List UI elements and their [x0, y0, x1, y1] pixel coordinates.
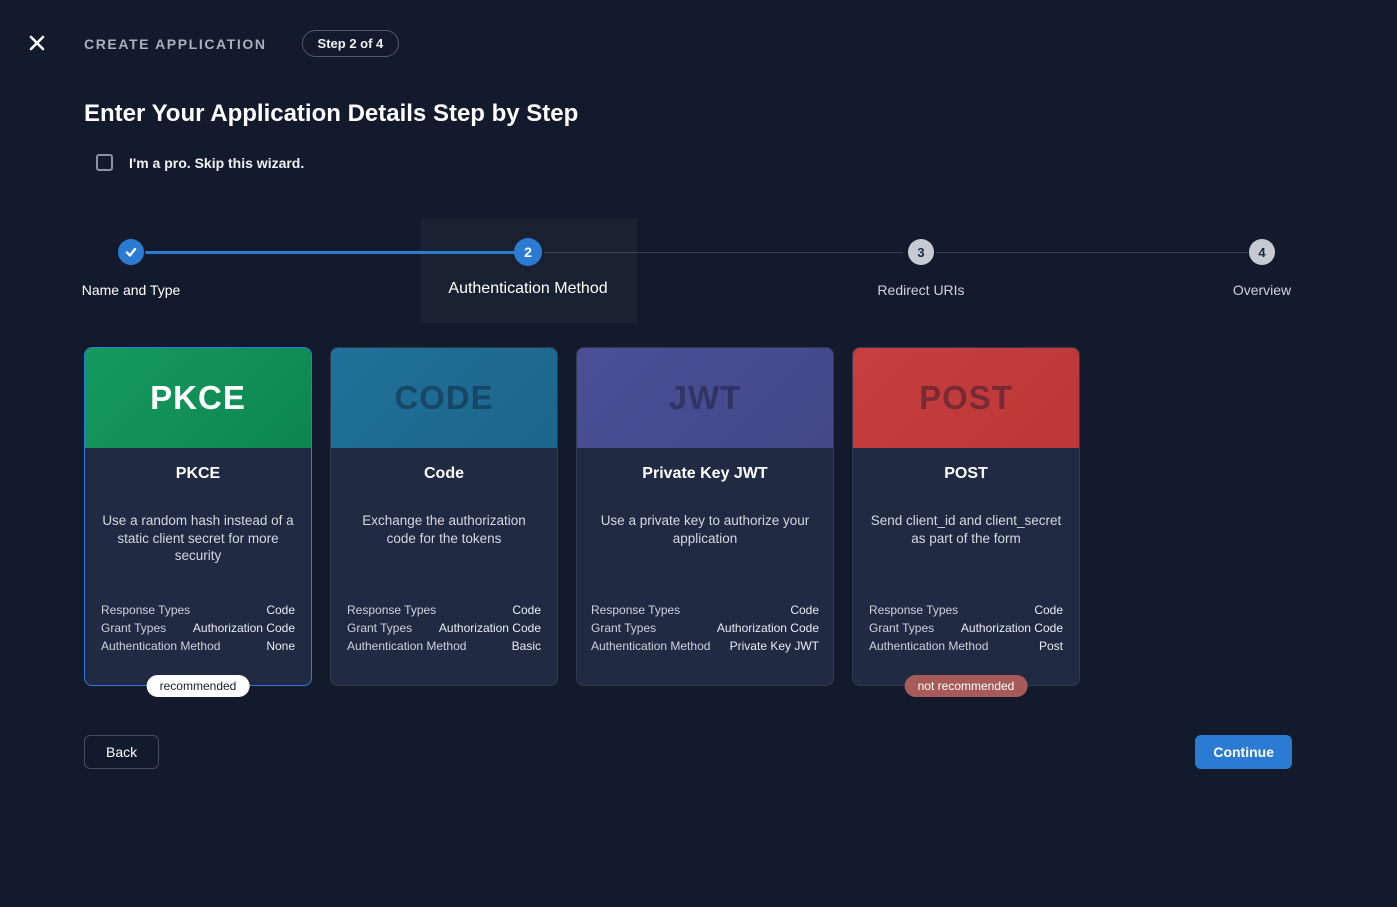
row-label: Authentication Method [869, 637, 988, 655]
detail-row: Authentication Method Basic [347, 637, 541, 655]
detail-row: Authentication Method Post [869, 637, 1063, 655]
step-number: 3 [917, 245, 924, 260]
auth-method-card-code[interactable]: CODE Code Exchange the authorization cod… [330, 347, 558, 686]
close-icon [27, 33, 47, 53]
row-value: Authorization Code [961, 619, 1063, 637]
step-label-redirect-uris: Redirect URIs [877, 282, 964, 298]
card-detail-rows: Response Types Code Grant Types Authoriz… [101, 601, 295, 655]
detail-row: Response Types Code [101, 601, 295, 619]
row-value: Authorization Code [439, 619, 541, 637]
stepper-connector [936, 252, 1248, 253]
auth-method-card-pkce[interactable]: PKCE PKCE Use a random hash instead of a… [84, 347, 312, 686]
row-label: Response Types [869, 601, 958, 619]
step-circle-name-and-type [118, 239, 144, 265]
page-title: Enter Your Application Details Step by S… [84, 100, 578, 128]
card-banner: JWT [577, 348, 833, 448]
step-circle-authentication-method: 2 [514, 238, 542, 266]
row-label: Grant Types [347, 619, 412, 637]
skip-wizard-checkbox[interactable] [96, 154, 113, 171]
card-title: Private Key JWT [577, 465, 833, 483]
detail-row: Grant Types Authorization Code [101, 619, 295, 637]
row-value: Code [1034, 601, 1063, 619]
row-value: Basic [512, 637, 541, 655]
skip-wizard-row: I'm a pro. Skip this wizard. [96, 154, 304, 171]
wizard-stepper: 2 3 4 Name and Type Authentication Metho… [84, 218, 1292, 323]
row-value: Code [512, 601, 541, 619]
card-title: PKCE [85, 465, 311, 483]
detail-row: Response Types Code [347, 601, 541, 619]
card-description: Send client_id and client_secret as part… [863, 512, 1069, 547]
auth-method-card-jwt[interactable]: JWT Private Key JWT Use a private key to… [576, 347, 834, 686]
auth-method-card-post[interactable]: POST POST Send client_id and client_secr… [852, 347, 1080, 686]
recommended-badge: recommended [147, 675, 250, 697]
auth-method-cards: PKCE PKCE Use a random hash instead of a… [84, 347, 1080, 686]
card-detail-rows: Response Types Code Grant Types Authoriz… [869, 601, 1063, 655]
detail-row: Response Types Code [591, 601, 819, 619]
close-button[interactable] [24, 30, 50, 56]
row-label: Response Types [101, 601, 190, 619]
skip-wizard-label: I'm a pro. Skip this wizard. [129, 155, 304, 171]
card-title: POST [853, 465, 1079, 483]
row-label: Authentication Method [591, 637, 710, 655]
not-recommended-badge: not recommended [905, 675, 1028, 697]
stepper-connector [544, 252, 903, 253]
row-value: Authorization Code [193, 619, 295, 637]
row-label: Grant Types [869, 619, 934, 637]
card-banner: PKCE [85, 348, 311, 448]
detail-row: Authentication Method None [101, 637, 295, 655]
row-value: None [266, 637, 295, 655]
row-value: Authorization Code [717, 619, 819, 637]
detail-row: Grant Types Authorization Code [347, 619, 541, 637]
row-label: Response Types [347, 601, 436, 619]
step-count-badge: Step 2 of 4 [302, 30, 400, 57]
row-label: Authentication Method [347, 637, 466, 655]
step-circle-overview: 4 [1249, 239, 1275, 265]
card-banner: POST [853, 348, 1079, 448]
card-title: Code [331, 465, 557, 483]
check-icon [124, 245, 138, 259]
step-circle-redirect-uris: 3 [908, 239, 934, 265]
row-value: Code [790, 601, 819, 619]
continue-button[interactable]: Continue [1195, 735, 1292, 769]
step-label-authentication-method: Authentication Method [448, 280, 607, 298]
row-value: Private Key JWT [730, 637, 819, 655]
row-label: Response Types [591, 601, 680, 619]
row-value: Code [266, 601, 295, 619]
card-description: Use a random hash instead of a static cl… [102, 512, 294, 565]
detail-row: Response Types Code [869, 601, 1063, 619]
step-number: 4 [1258, 245, 1265, 260]
wizard-footer: Back Continue [84, 735, 1292, 769]
detail-row: Grant Types Authorization Code [591, 619, 819, 637]
row-label: Authentication Method [101, 637, 220, 655]
row-value: Post [1039, 637, 1063, 655]
card-banner: CODE [331, 348, 557, 448]
detail-row: Authentication Method Private Key JWT [591, 637, 819, 655]
wizard-topbar: CREATE APPLICATION Step 2 of 4 [84, 30, 399, 57]
active-step-highlight [421, 218, 637, 323]
stepper-connector-complete [145, 251, 515, 254]
back-button[interactable]: Back [84, 735, 159, 769]
step-number: 2 [524, 244, 532, 260]
wizard-title: CREATE APPLICATION [84, 36, 267, 52]
card-detail-rows: Response Types Code Grant Types Authoriz… [591, 601, 819, 655]
card-description: Use a private key to authorize your appl… [594, 512, 816, 547]
step-label-overview: Overview [1233, 282, 1291, 298]
row-label: Grant Types [591, 619, 656, 637]
row-label: Grant Types [101, 619, 166, 637]
detail-row: Grant Types Authorization Code [869, 619, 1063, 637]
card-detail-rows: Response Types Code Grant Types Authoriz… [347, 601, 541, 655]
card-description: Exchange the authorization code for the … [348, 512, 540, 547]
step-label-name-and-type: Name and Type [82, 282, 181, 298]
